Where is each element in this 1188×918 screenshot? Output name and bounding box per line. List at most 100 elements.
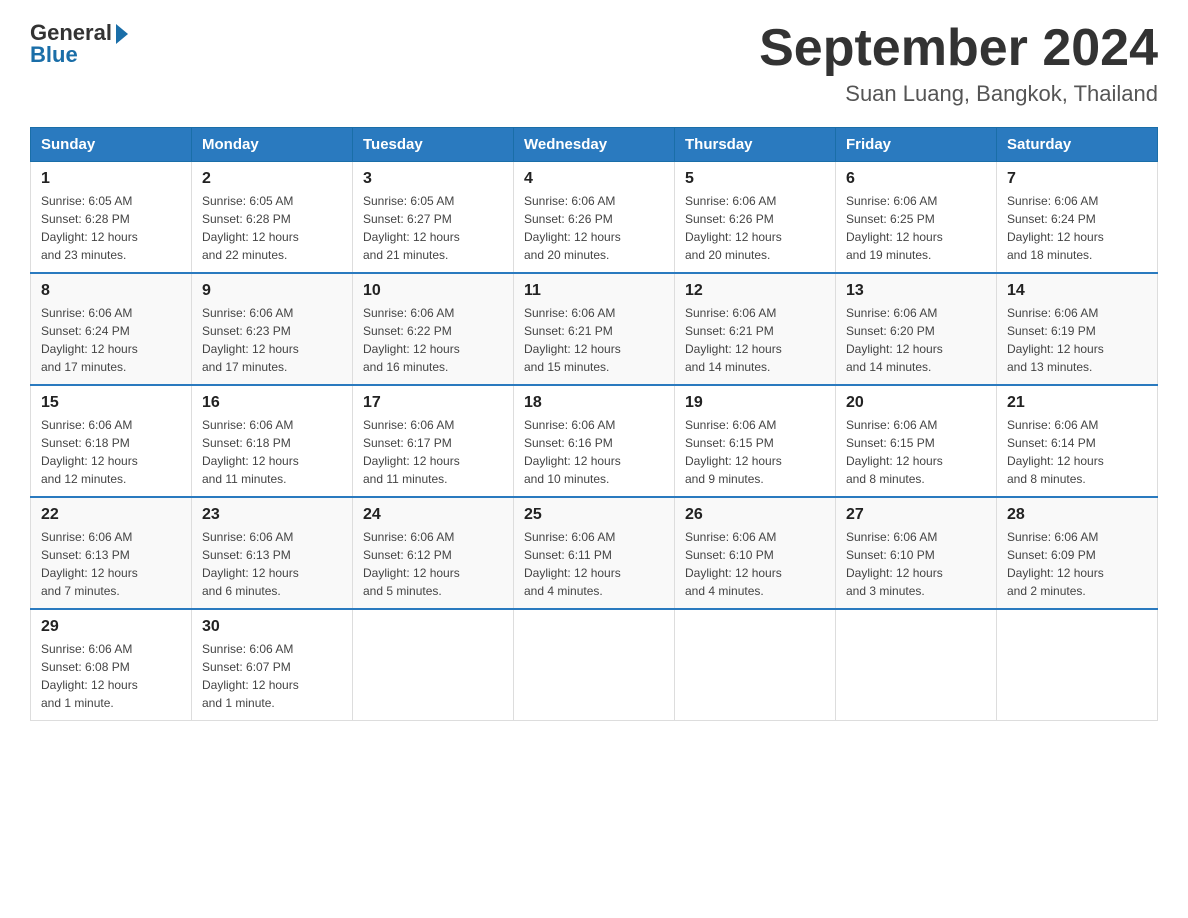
day-number: 17 [363,394,503,412]
day-info: Sunrise: 6:06 AMSunset: 6:23 PMDaylight:… [202,306,299,374]
table-row: 28 Sunrise: 6:06 AMSunset: 6:09 PMDaylig… [997,497,1158,609]
day-info: Sunrise: 6:06 AMSunset: 6:21 PMDaylight:… [685,306,782,374]
table-row: 4 Sunrise: 6:06 AMSunset: 6:26 PMDayligh… [514,162,675,274]
table-row: 30 Sunrise: 6:06 AMSunset: 6:07 PMDaylig… [192,609,353,721]
table-row: 2 Sunrise: 6:05 AMSunset: 6:28 PMDayligh… [192,162,353,274]
day-number: 28 [1007,506,1147,524]
day-number: 3 [363,170,503,188]
table-row [675,609,836,721]
table-row: 8 Sunrise: 6:06 AMSunset: 6:24 PMDayligh… [31,273,192,385]
header-thursday: Thursday [675,128,836,162]
day-number: 27 [846,506,986,524]
day-info: Sunrise: 6:06 AMSunset: 6:10 PMDaylight:… [685,530,782,598]
day-info: Sunrise: 6:06 AMSunset: 6:24 PMDaylight:… [41,306,138,374]
day-number: 14 [1007,282,1147,300]
day-info: Sunrise: 6:06 AMSunset: 6:24 PMDaylight:… [1007,194,1104,262]
logo-blue-text: Blue [30,42,78,68]
day-info: Sunrise: 6:06 AMSunset: 6:20 PMDaylight:… [846,306,943,374]
day-info: Sunrise: 6:06 AMSunset: 6:17 PMDaylight:… [363,418,460,486]
day-info: Sunrise: 6:06 AMSunset: 6:10 PMDaylight:… [846,530,943,598]
calendar-week-row: 29 Sunrise: 6:06 AMSunset: 6:08 PMDaylig… [31,609,1158,721]
day-info: Sunrise: 6:05 AMSunset: 6:28 PMDaylight:… [41,194,138,262]
table-row: 20 Sunrise: 6:06 AMSunset: 6:15 PMDaylig… [836,385,997,497]
table-row: 16 Sunrise: 6:06 AMSunset: 6:18 PMDaylig… [192,385,353,497]
header-sunday: Sunday [31,128,192,162]
day-number: 1 [41,170,181,188]
table-row: 9 Sunrise: 6:06 AMSunset: 6:23 PMDayligh… [192,273,353,385]
table-row: 22 Sunrise: 6:06 AMSunset: 6:13 PMDaylig… [31,497,192,609]
day-info: Sunrise: 6:05 AMSunset: 6:28 PMDaylight:… [202,194,299,262]
calendar-week-row: 15 Sunrise: 6:06 AMSunset: 6:18 PMDaylig… [31,385,1158,497]
day-info: Sunrise: 6:06 AMSunset: 6:25 PMDaylight:… [846,194,943,262]
table-row: 6 Sunrise: 6:06 AMSunset: 6:25 PMDayligh… [836,162,997,274]
table-row: 18 Sunrise: 6:06 AMSunset: 6:16 PMDaylig… [514,385,675,497]
day-info: Sunrise: 6:06 AMSunset: 6:26 PMDaylight:… [524,194,621,262]
calendar-week-row: 1 Sunrise: 6:05 AMSunset: 6:28 PMDayligh… [31,162,1158,274]
table-row: 23 Sunrise: 6:06 AMSunset: 6:13 PMDaylig… [192,497,353,609]
calendar-header-row: Sunday Monday Tuesday Wednesday Thursday… [31,128,1158,162]
table-row: 15 Sunrise: 6:06 AMSunset: 6:18 PMDaylig… [31,385,192,497]
day-number: 29 [41,618,181,636]
day-info: Sunrise: 6:06 AMSunset: 6:26 PMDaylight:… [685,194,782,262]
day-number: 19 [685,394,825,412]
day-number: 13 [846,282,986,300]
calendar-week-row: 8 Sunrise: 6:06 AMSunset: 6:24 PMDayligh… [31,273,1158,385]
day-info: Sunrise: 6:06 AMSunset: 6:11 PMDaylight:… [524,530,621,598]
day-number: 4 [524,170,664,188]
day-number: 18 [524,394,664,412]
table-row: 10 Sunrise: 6:06 AMSunset: 6:22 PMDaylig… [353,273,514,385]
location-subtitle: Suan Luang, Bangkok, Thailand [759,81,1158,107]
table-row: 25 Sunrise: 6:06 AMSunset: 6:11 PMDaylig… [514,497,675,609]
calendar-week-row: 22 Sunrise: 6:06 AMSunset: 6:13 PMDaylig… [31,497,1158,609]
calendar-table: Sunday Monday Tuesday Wednesday Thursday… [30,127,1158,721]
table-row: 13 Sunrise: 6:06 AMSunset: 6:20 PMDaylig… [836,273,997,385]
header-friday: Friday [836,128,997,162]
page-title: September 2024 [759,20,1158,77]
day-number: 26 [685,506,825,524]
table-row [514,609,675,721]
day-number: 9 [202,282,342,300]
day-info: Sunrise: 6:06 AMSunset: 6:21 PMDaylight:… [524,306,621,374]
day-info: Sunrise: 6:06 AMSunset: 6:19 PMDaylight:… [1007,306,1104,374]
day-info: Sunrise: 6:06 AMSunset: 6:22 PMDaylight:… [363,306,460,374]
day-info: Sunrise: 6:06 AMSunset: 6:13 PMDaylight:… [41,530,138,598]
table-row [836,609,997,721]
day-number: 23 [202,506,342,524]
logo: General Blue [30,20,128,68]
table-row: 17 Sunrise: 6:06 AMSunset: 6:17 PMDaylig… [353,385,514,497]
day-info: Sunrise: 6:06 AMSunset: 6:09 PMDaylight:… [1007,530,1104,598]
table-row: 1 Sunrise: 6:05 AMSunset: 6:28 PMDayligh… [31,162,192,274]
day-number: 24 [363,506,503,524]
page-header: General Blue September 2024 Suan Luang, … [30,20,1158,107]
day-info: Sunrise: 6:06 AMSunset: 6:12 PMDaylight:… [363,530,460,598]
day-number: 12 [685,282,825,300]
day-info: Sunrise: 6:06 AMSunset: 6:14 PMDaylight:… [1007,418,1104,486]
table-row: 24 Sunrise: 6:06 AMSunset: 6:12 PMDaylig… [353,497,514,609]
day-number: 10 [363,282,503,300]
table-row: 26 Sunrise: 6:06 AMSunset: 6:10 PMDaylig… [675,497,836,609]
day-number: 11 [524,282,664,300]
day-info: Sunrise: 6:06 AMSunset: 6:15 PMDaylight:… [846,418,943,486]
table-row [997,609,1158,721]
day-number: 6 [846,170,986,188]
table-row: 21 Sunrise: 6:06 AMSunset: 6:14 PMDaylig… [997,385,1158,497]
header-wednesday: Wednesday [514,128,675,162]
day-number: 5 [685,170,825,188]
table-row: 29 Sunrise: 6:06 AMSunset: 6:08 PMDaylig… [31,609,192,721]
day-number: 15 [41,394,181,412]
day-info: Sunrise: 6:06 AMSunset: 6:16 PMDaylight:… [524,418,621,486]
table-row: 7 Sunrise: 6:06 AMSunset: 6:24 PMDayligh… [997,162,1158,274]
day-number: 30 [202,618,342,636]
table-row: 5 Sunrise: 6:06 AMSunset: 6:26 PMDayligh… [675,162,836,274]
header-tuesday: Tuesday [353,128,514,162]
table-row: 14 Sunrise: 6:06 AMSunset: 6:19 PMDaylig… [997,273,1158,385]
day-number: 16 [202,394,342,412]
table-row: 27 Sunrise: 6:06 AMSunset: 6:10 PMDaylig… [836,497,997,609]
day-number: 7 [1007,170,1147,188]
day-number: 8 [41,282,181,300]
day-info: Sunrise: 6:06 AMSunset: 6:13 PMDaylight:… [202,530,299,598]
day-info: Sunrise: 6:06 AMSunset: 6:07 PMDaylight:… [202,642,299,710]
day-number: 25 [524,506,664,524]
day-number: 22 [41,506,181,524]
table-row: 12 Sunrise: 6:06 AMSunset: 6:21 PMDaylig… [675,273,836,385]
